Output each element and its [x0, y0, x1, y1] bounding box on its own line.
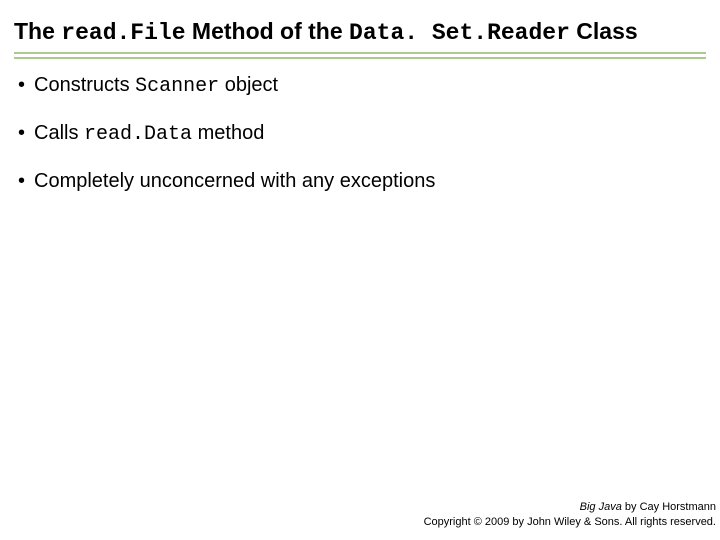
footer-line-2: Copyright © 2009 by John Wiley & Sons. A… [424, 515, 716, 530]
bullet-text-pre: Constructs [34, 74, 135, 96]
title-divider [14, 52, 706, 59]
title-code-2: Data. Set.Reader [349, 20, 570, 46]
divider-line-top [14, 52, 706, 54]
bullet-text-pre: Calls [34, 122, 84, 144]
bullet-text-pre: Completely unconcerned with any exceptio… [34, 170, 435, 192]
title-code-1: read.File [61, 20, 185, 46]
footer-author: by Cay Horstmann [622, 501, 716, 513]
bullet-text-post: object [219, 74, 278, 96]
bullet-code: read.Data [84, 123, 192, 146]
footer-book-title: Big Java [580, 501, 622, 513]
title-text-3: Class [570, 18, 638, 44]
list-item: Completely unconcerned with any exceptio… [18, 169, 706, 195]
footer: Big Java by Cay Horstmann Copyright © 20… [424, 500, 716, 530]
slide-title: The read.File Method of the Data. Set.Re… [14, 18, 706, 46]
title-text-1: The [14, 18, 61, 44]
bullet-code: Scanner [135, 75, 219, 98]
bullet-text-post: method [192, 122, 264, 144]
footer-line-1: Big Java by Cay Horstmann [424, 500, 716, 515]
bullet-list: Constructs Scanner object Calls read.Dat… [14, 73, 706, 195]
slide: The read.File Method of the Data. Set.Re… [0, 0, 720, 540]
divider-line-bottom [14, 57, 706, 59]
list-item: Calls read.Data method [18, 121, 706, 147]
list-item: Constructs Scanner object [18, 73, 706, 99]
title-text-2: Method of the [186, 18, 350, 44]
